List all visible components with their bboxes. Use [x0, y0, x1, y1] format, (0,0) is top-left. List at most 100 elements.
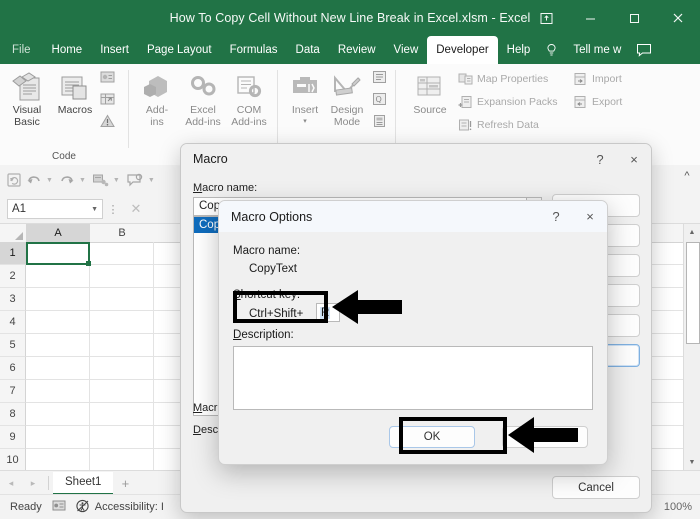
- row-header-5[interactable]: 5: [0, 334, 26, 357]
- tab-formulas[interactable]: Formulas: [221, 36, 287, 64]
- comment-icon[interactable]: [630, 36, 666, 64]
- scroll-up-icon[interactable]: ▲: [684, 224, 700, 240]
- name-box-value: A1: [12, 203, 27, 215]
- xml-source-icon: [412, 68, 448, 104]
- use-relative-references-button[interactable]: [100, 92, 115, 106]
- macros-button[interactable]: Macros: [52, 68, 98, 116]
- view-code-icon: Q: [372, 92, 387, 106]
- view-code-button[interactable]: Q: [372, 92, 387, 106]
- lightbulb-icon: [539, 36, 564, 64]
- design-mode-button[interactable]: Design Mode: [324, 68, 370, 128]
- window-controls: [524, 0, 700, 36]
- tab-insert[interactable]: Insert: [91, 36, 138, 64]
- xml-source-button[interactable]: Source: [402, 68, 458, 116]
- tab-data[interactable]: Data: [287, 36, 329, 64]
- tab-page-layout[interactable]: Page Layout: [138, 36, 221, 64]
- column-header-a[interactable]: A: [26, 224, 91, 242]
- ribbon-separator-3: [395, 70, 396, 148]
- macro-dialog-help-icon[interactable]: ?: [583, 144, 617, 174]
- undo-icon[interactable]: [26, 173, 42, 188]
- insert-control-caret-icon[interactable]: ▾: [303, 116, 307, 128]
- row-header-8[interactable]: 8: [0, 403, 26, 426]
- chevron-down-icon[interactable]: ▼: [91, 206, 98, 213]
- excel-window: How To Copy Cell Without New Line Break …: [0, 0, 700, 519]
- vertical-scrollbar[interactable]: ▲ ▼: [683, 224, 700, 470]
- scroll-down-icon[interactable]: ▼: [684, 454, 700, 470]
- map-properties-button[interactable]: Map Properties: [458, 72, 548, 86]
- description-textarea[interactable]: [233, 346, 593, 410]
- macro-options-close-icon[interactable]: ×: [573, 202, 607, 232]
- macro-security-button[interactable]: [100, 114, 115, 128]
- row-header-7[interactable]: 7: [0, 380, 26, 403]
- macro-options-help-icon[interactable]: ?: [539, 202, 573, 232]
- macro-name-label: Macro name:: [193, 182, 257, 194]
- row-header-1[interactable]: 1: [0, 242, 26, 265]
- undo-caret-icon[interactable]: ▼: [45, 177, 56, 184]
- insert-control-button[interactable]: Insert ▾: [282, 68, 328, 128]
- name-box[interactable]: A1 ▼: [7, 199, 103, 219]
- share-icon[interactable]: [92, 173, 109, 188]
- row-header-4[interactable]: 4: [0, 311, 26, 334]
- excel-addins-button[interactable]: Excel Add-ins: [180, 68, 226, 128]
- maximize-icon[interactable]: [612, 0, 656, 36]
- row-header-3[interactable]: 3: [0, 288, 26, 311]
- add-sheet-icon[interactable]: +: [113, 476, 137, 491]
- collapse-ribbon-icon[interactable]: ^: [678, 167, 696, 185]
- row-header-9[interactable]: 9: [0, 426, 26, 449]
- tab-developer[interactable]: Developer: [427, 36, 498, 64]
- tab-help[interactable]: Help: [498, 36, 540, 64]
- addins-button[interactable]: Add- ins: [134, 68, 180, 128]
- export-label: Export: [592, 96, 623, 108]
- redo-caret-icon[interactable]: ▼: [78, 177, 89, 184]
- macro-options-dialog[interactable]: Macro Options ? × Macro name: CopyText S…: [218, 200, 608, 465]
- row-headers: 1 2 3 4 5 6 7 8 9 10: [0, 242, 26, 470]
- active-cell-a1[interactable]: [26, 242, 91, 266]
- shortcut-key-mnemonic: S: [233, 289, 241, 301]
- visual-basic-button[interactable]: Visual Basic: [4, 68, 50, 128]
- close-icon[interactable]: [656, 0, 700, 36]
- tab-review[interactable]: Review: [329, 36, 385, 64]
- macro-cancel-button[interactable]: Cancel: [552, 476, 640, 499]
- import-button[interactable]: Import: [573, 72, 622, 86]
- macro-dialog-close-icon[interactable]: ×: [617, 144, 651, 174]
- run-dialog-button[interactable]: [372, 114, 387, 128]
- cancel-icon[interactable]: ✕: [123, 201, 149, 217]
- accessibility-status[interactable]: Accessibility: I: [66, 499, 164, 516]
- tab-home[interactable]: Home: [43, 36, 92, 64]
- ribbon-display-options-icon[interactable]: [524, 0, 568, 36]
- properties-button[interactable]: [372, 70, 387, 84]
- refresh-data-button[interactable]: Refresh Data: [458, 118, 539, 132]
- formula-bar-menu-icon[interactable]: ⋮: [103, 203, 123, 216]
- macro-record-button[interactable]: [42, 499, 66, 515]
- sheet-next-icon[interactable]: ▸: [22, 478, 44, 489]
- com-addins-button[interactable]: COM Add-ins: [226, 68, 272, 128]
- comment-caret-icon[interactable]: ▼: [147, 177, 158, 184]
- row-header-6[interactable]: 6: [0, 357, 26, 380]
- comment-qat-icon[interactable]: [126, 173, 144, 188]
- sheet-tab-sheet1[interactable]: Sheet1: [53, 471, 114, 495]
- macro-options-ok-button[interactable]: OK: [389, 426, 475, 448]
- zoom-level[interactable]: 100%: [664, 501, 700, 513]
- export-button[interactable]: Export: [573, 95, 622, 109]
- tab-file[interactable]: File: [0, 36, 43, 64]
- macro-options-cancel-button[interactable]: Cancel: [502, 426, 588, 448]
- shortcut-key-input[interactable]: R: [316, 303, 340, 322]
- redo-icon[interactable]: [59, 173, 75, 188]
- share-caret-icon[interactable]: ▼: [112, 177, 123, 184]
- column-header-b[interactable]: B: [90, 224, 155, 242]
- fill-handle[interactable]: [86, 261, 91, 266]
- design-mode-icon: [330, 68, 364, 104]
- row-header-2[interactable]: 2: [0, 265, 26, 288]
- tell-me-box[interactable]: Tell me w: [564, 36, 630, 64]
- tab-view[interactable]: View: [385, 36, 428, 64]
- autosave-icon[interactable]: [6, 172, 23, 188]
- minimize-icon[interactable]: [568, 0, 612, 36]
- expansion-packs-button[interactable]: Expansion Packs: [458, 95, 558, 109]
- excel-addins-label-1: Excel: [190, 104, 216, 116]
- row-header-10[interactable]: 10: [0, 449, 26, 470]
- record-macro-button[interactable]: [100, 70, 115, 84]
- select-all-corner[interactable]: [0, 224, 27, 242]
- sheet-prev-icon[interactable]: ◂: [0, 478, 22, 489]
- insert-control-icon: [288, 68, 322, 104]
- scrollbar-thumb[interactable]: [686, 242, 700, 344]
